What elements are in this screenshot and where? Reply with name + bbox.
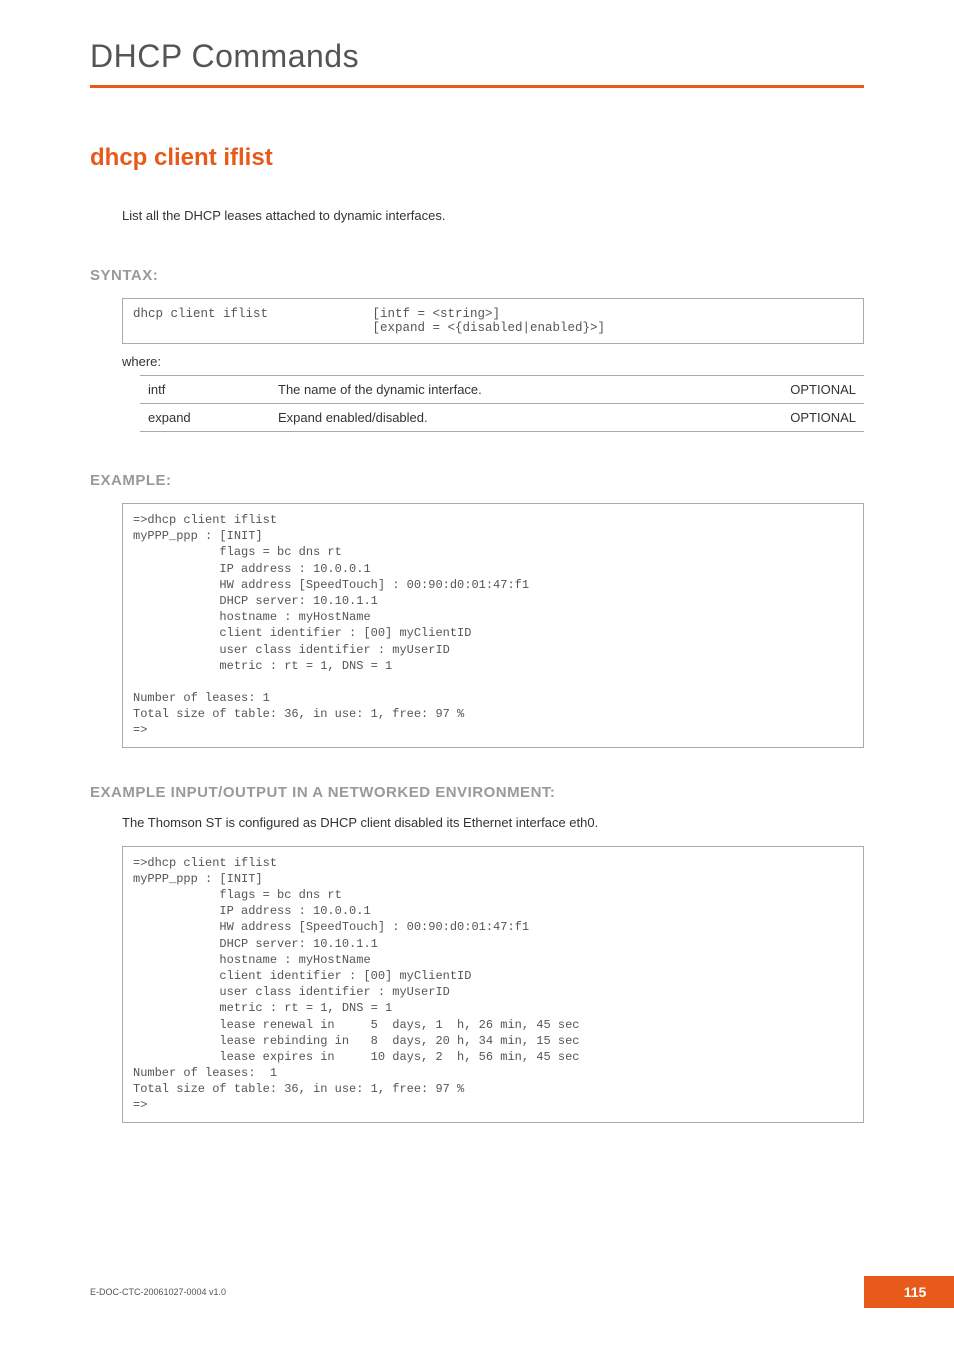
table-row: intf The name of the dynamic interface. …: [140, 376, 864, 404]
env-note: The Thomson ST is configured as DHCP cli…: [122, 815, 864, 830]
params-table: intf The name of the dynamic interface. …: [140, 375, 864, 432]
header-rule: [90, 85, 864, 88]
page-footer: E-DOC-CTC-20061027-0004 v1.0 115: [90, 1276, 954, 1308]
syntax-command: dhcp client iflist: [123, 299, 363, 344]
footer-doc-id: E-DOC-CTC-20061027-0004 v1.0: [90, 1287, 226, 1297]
param-optional: OPTIONAL: [754, 404, 864, 432]
example-heading: EXAMPLE:: [90, 472, 864, 489]
where-label: where:: [122, 354, 864, 369]
chapter-title: DHCP Commands: [90, 38, 864, 75]
param-desc: The name of the dynamic interface.: [270, 376, 754, 404]
command-description: List all the DHCP leases attached to dyn…: [122, 208, 864, 223]
page-number: 115: [864, 1276, 954, 1308]
command-title: dhcp client iflist: [90, 144, 864, 172]
env-code-block: =>dhcp client iflist myPPP_ppp : [INIT] …: [122, 846, 864, 1123]
env-heading: EXAMPLE INPUT/OUTPUT IN A NETWORKED ENVI…: [90, 784, 864, 801]
param-desc: Expand enabled/disabled.: [270, 404, 754, 432]
example-code-block: =>dhcp client iflist myPPP_ppp : [INIT] …: [122, 503, 864, 748]
syntax-args: [intf = <string>] [expand = <{disabled|e…: [363, 299, 864, 344]
syntax-heading: SYNTAX:: [90, 267, 864, 284]
table-row: expand Expand enabled/disabled. OPTIONAL: [140, 404, 864, 432]
syntax-table: dhcp client iflist [intf = <string>] [ex…: [122, 298, 864, 344]
param-name: expand: [140, 404, 270, 432]
param-optional: OPTIONAL: [754, 376, 864, 404]
param-name: intf: [140, 376, 270, 404]
